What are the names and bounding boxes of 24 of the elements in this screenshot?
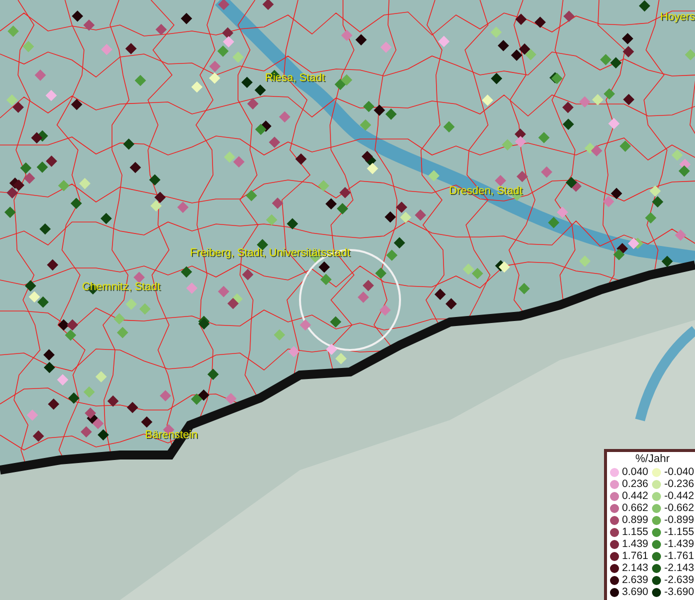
- legend-value: -0.899: [664, 514, 694, 526]
- legend-value: 3.690: [622, 586, 648, 598]
- legend-value: 2.639: [622, 574, 648, 586]
- legend-value: 1.761: [622, 550, 648, 562]
- legend-value: -1.439: [664, 538, 694, 550]
- legend-value: 2.143: [622, 562, 648, 574]
- legend-title: %/Jahr: [634, 453, 671, 465]
- legend-value: -0.236: [664, 478, 694, 490]
- legend-value: 1.439: [622, 538, 648, 550]
- place-label: Hoyers: [660, 11, 695, 23]
- legend-value: 0.662: [622, 502, 648, 514]
- legend-value: -2.639: [664, 574, 694, 586]
- legend-value: 0.899: [622, 514, 648, 526]
- legend-value: 1.155: [622, 526, 648, 538]
- legend-value: -2.143: [664, 562, 694, 574]
- legend-value: 0.442: [622, 490, 648, 502]
- legend-value: -3.690: [664, 586, 694, 598]
- legend-value: 0.236: [622, 478, 648, 490]
- legend-value: -0.040: [664, 466, 694, 478]
- legend-value: 0.040: [622, 466, 648, 478]
- legend-value: -0.442: [664, 490, 694, 502]
- legend-value: -0.662: [664, 502, 694, 514]
- legend-value: -1.155: [664, 526, 694, 538]
- legend-value: -1.761: [664, 550, 694, 562]
